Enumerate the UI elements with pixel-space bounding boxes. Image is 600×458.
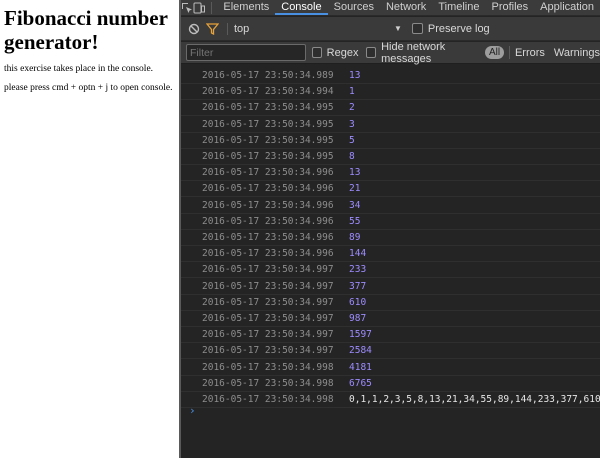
console-message-row: 2016-05-17 23:50:34.989 13: [181, 68, 600, 84]
console-message-row: 2016-05-17 23:50:34.996 21: [181, 181, 600, 198]
console-message-row: 2016-05-17 23:50:34.994 1: [181, 84, 600, 101]
console-message-row: 2016-05-17 23:50:34.997 233: [181, 262, 600, 279]
tab-timeline[interactable]: Timeline: [432, 0, 485, 15]
hide-network-label: Hide network messages: [381, 40, 446, 65]
console-message-row: 2016-05-17 23:50:34.996 13: [181, 165, 600, 182]
message-timestamp: 2016-05-17 23:50:34.997: [202, 296, 334, 308]
message-timestamp: 2016-05-17 23:50:34.996: [202, 232, 334, 243]
console-filterbar: Regex Hide network messages All Errors W…: [181, 40, 600, 65]
inspect-element-icon[interactable]: [181, 0, 193, 16]
filter-divider: [509, 46, 510, 59]
message-value: 2: [349, 102, 355, 114]
devtools-tabbar: Elements Console Sources Network Timelin…: [181, 0, 600, 16]
level-warnings-button[interactable]: Warnings: [554, 47, 600, 59]
level-all-button[interactable]: All: [485, 46, 505, 59]
message-timestamp: 2016-05-17 23:50:34.998: [202, 394, 334, 405]
message-timestamp: 2016-05-17 23:50:34.996: [202, 167, 334, 179]
hide-network-checkbox[interactable]: [366, 47, 377, 58]
console-message-row: 2016-05-17 23:50:34.995 2: [181, 100, 600, 117]
message-value: 2584: [349, 345, 372, 357]
message-value: 144: [349, 248, 367, 260]
message-value: 1: [349, 86, 355, 98]
tab-profiles[interactable]: Profiles: [485, 0, 534, 15]
console-message-row: 2016-05-17 23:50:34.995 5: [181, 133, 600, 149]
preserve-log-checkbox[interactable]: [411, 23, 423, 34]
message-value: 8: [349, 151, 355, 162]
message-value: 89: [349, 232, 361, 243]
console-message-row: 2016-05-17 23:50:34.997 610: [181, 295, 600, 311]
regex-checkbox[interactable]: [312, 47, 322, 58]
message-value: 13: [349, 70, 361, 81]
message-timestamp: 2016-05-17 23:50:34.997: [202, 329, 334, 341]
message-value: 233: [349, 264, 367, 276]
level-errors-button[interactable]: Errors: [515, 47, 545, 59]
filter-input[interactable]: [186, 44, 306, 61]
message-timestamp: 2016-05-17 23:50:34.997: [202, 264, 334, 276]
message-timestamp: 2016-05-17 23:50:34.996: [202, 248, 334, 260]
console-message-row: 2016-05-17 23:50:34.996 55: [181, 214, 600, 230]
context-selector[interactable]: top: [234, 23, 394, 35]
console-message-row: 2016-05-17 23:50:34.995 3: [181, 117, 600, 133]
message-timestamp: 2016-05-17 23:50:34.997: [202, 313, 334, 324]
message-timestamp: 2016-05-17 23:50:34.995: [202, 118, 334, 130]
page-title: Fibonacci number generator!: [4, 6, 168, 54]
message-value: 5: [349, 134, 355, 146]
message-value: 1597: [349, 329, 372, 341]
message-timestamp: 2016-05-17 23:50:34.995: [202, 151, 334, 162]
message-value: 55: [349, 215, 361, 227]
chevron-down-icon[interactable]: ▼: [394, 24, 402, 33]
message-value: 6765: [349, 377, 372, 389]
clear-console-icon[interactable]: [185, 21, 203, 37]
tab-sources[interactable]: Sources: [328, 0, 380, 15]
message-value: 987: [349, 313, 367, 324]
console-message-row: 2016-05-17 23:50:34.996 89: [181, 230, 600, 246]
message-value: 377: [349, 280, 367, 292]
tab-elements[interactable]: Elements: [217, 0, 275, 15]
message-timestamp: 2016-05-17 23:50:34.997: [202, 345, 334, 357]
message-timestamp: 2016-05-17 23:50:34.997: [202, 280, 334, 292]
message-value: 4181: [349, 361, 372, 373]
tab-console[interactable]: Console: [275, 0, 328, 15]
regex-label: Regex: [326, 46, 359, 59]
message-value: 3: [349, 118, 355, 130]
console-message-row: 2016-05-17 23:50:34.998 6765: [181, 376, 600, 392]
tab-network[interactable]: Network: [380, 0, 432, 15]
device-toolbar-icon[interactable]: [193, 0, 205, 16]
message-value: 610: [349, 296, 367, 308]
console-message-row: 2016-05-17 23:50:34.997 377: [181, 279, 600, 295]
page-content: Fibonacci number generator! this exercis…: [0, 0, 179, 458]
message-value: 21: [349, 183, 361, 195]
devtools-panel: Elements Console Sources Network Timelin…: [179, 0, 600, 458]
message-value: 13: [349, 167, 361, 179]
console-message-row: 2016-05-17 23:50:34.996 34: [181, 198, 600, 214]
message-timestamp: 2016-05-17 23:50:34.989: [202, 70, 334, 81]
console-message-row: 2016-05-17 23:50:34.996 144: [181, 246, 600, 263]
console-message-row: 2016-05-17 23:50:34.997 1597: [181, 327, 600, 344]
message-timestamp: 2016-05-17 23:50:34.998: [202, 361, 334, 373]
filter-funnel-icon[interactable]: [203, 21, 221, 37]
message-timestamp: 2016-05-17 23:50:34.994: [202, 86, 334, 98]
preserve-log-label: Preserve log: [427, 22, 490, 35]
instruction-text: this exercise takes place in the console…: [4, 64, 154, 74]
message-timestamp: 2016-05-17 23:50:34.996: [202, 199, 334, 211]
console-message-row: 2016-05-17 23:50:34.995 8: [181, 149, 600, 165]
message-timestamp: 2016-05-17 23:50:34.995: [202, 134, 334, 146]
message-text: 0,1,1,2,3,5,8,13,21,34,55,89,144,233,377…: [349, 394, 600, 405]
message-timestamp: 2016-05-17 23:50:34.996: [202, 215, 334, 227]
message-timestamp: 2016-05-17 23:50:34.996: [202, 183, 334, 195]
console-message-row: 2016-05-17 23:50:34.997 987: [181, 311, 600, 327]
message-value: 34: [349, 199, 361, 211]
console-output: › 2016-05-17 23:50:34.989 13 2016-05-17 23…: [181, 65, 600, 458]
tab-application[interactable]: Application: [534, 0, 600, 15]
console-message-row: 2016-05-17 23:50:34.997 2584: [181, 343, 600, 360]
instruction-text-shortcut: please press cmd + optn + j to open cons…: [4, 83, 173, 93]
console-message-row: 2016-05-17 23:50:34.998 4181: [181, 360, 600, 376]
toolbar-divider: [227, 22, 228, 35]
message-timestamp: 2016-05-17 23:50:34.995: [202, 102, 334, 114]
console-toolbar: top ▼ Preserve log: [181, 17, 600, 41]
devtools-tabs: Elements Console Sources Network Timelin…: [217, 0, 600, 15]
console-message-row: 2016-05-17 23:50:34.998 0,1,1,2,3,5,8,13,…: [181, 392, 600, 408]
message-timestamp: 2016-05-17 23:50:34.998: [202, 377, 334, 389]
